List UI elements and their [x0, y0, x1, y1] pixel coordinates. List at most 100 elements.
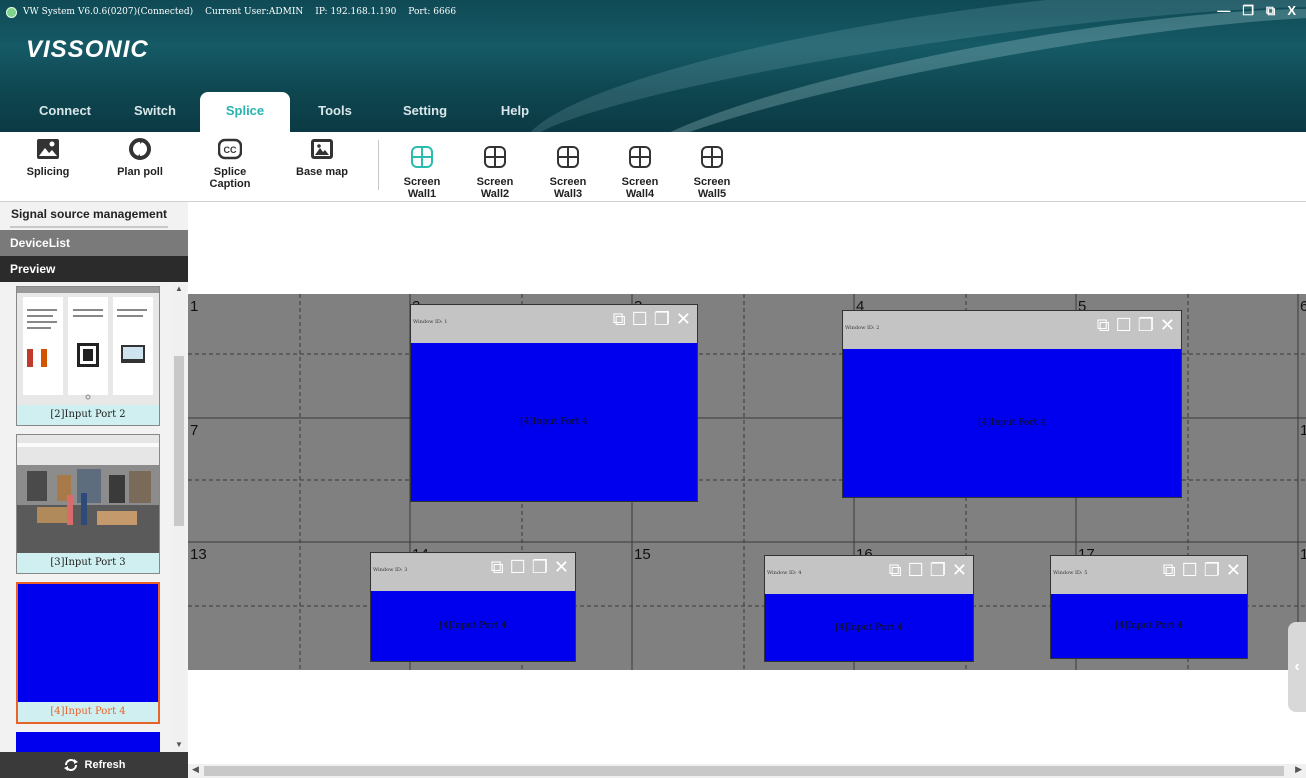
window-title-bar[interactable]: Window ID: 2 ⧉ ☐ ❐ ✕: [843, 311, 1181, 349]
wall-window[interactable]: Window ID: 3 ⧉ ☐ ❐ ✕ [4]Input Port 4: [370, 552, 576, 662]
signal-source-sidebar: Signal source management DeviceList Prev…: [0, 202, 188, 778]
cell-number: 12: [1300, 422, 1306, 439]
window-close-icon[interactable]: ✕: [554, 557, 569, 578]
tab-help[interactable]: Help: [470, 92, 560, 132]
window-title-bar[interactable]: Window ID: 1 ⧉ ☐ ❐ ✕: [411, 305, 697, 343]
chevron-left-icon: ‹: [1294, 658, 1300, 675]
window-maximize-icon[interactable]: ☐: [908, 560, 924, 581]
screen-wall-4-button[interactable]: Screen Wall4: [606, 138, 674, 200]
refresh-button[interactable]: Refresh: [0, 752, 188, 778]
preview-header[interactable]: Preview: [0, 256, 188, 282]
source-card-partial[interactable]: [16, 732, 160, 754]
window-id: Window ID: 5: [1053, 570, 1088, 576]
splice-toolbar: Splicing Plan poll CC Splice Caption Bas…: [0, 132, 1306, 202]
picture-icon: [311, 139, 333, 159]
device-list-header[interactable]: DeviceList: [0, 230, 188, 256]
screen-wall-3-label: Screen Wall3: [549, 176, 587, 200]
window-title-bar[interactable]: Window ID: 3 ⧉ ☐ ❐ ✕: [371, 553, 575, 591]
scroll-left-icon[interactable]: ◀: [192, 764, 199, 775]
window-maximize-icon[interactable]: ☐: [510, 557, 526, 578]
splicing-label: Splicing: [26, 166, 70, 178]
vissonic-logo: VISSONIC: [26, 36, 149, 63]
system-version: VW System V6.0.6(0207)(Connected): [23, 7, 194, 17]
window-source-label: [4]Input Port 4: [439, 621, 507, 631]
scrollbar-thumb[interactable]: [204, 766, 1284, 776]
window-id: Window ID: 1: [413, 319, 448, 325]
tab-splice[interactable]: Splice: [200, 92, 290, 132]
window-title-bar[interactable]: Window ID: 5 ⧉ ☐ ❐ ✕: [1051, 556, 1247, 594]
window-restore-icon[interactable]: ❐: [532, 557, 548, 578]
wall-window[interactable]: Window ID: 1 ⧉ ☐ ❐ ✕ [4]Input Port 4: [410, 304, 698, 502]
screen-wall-1-label: Screen Wall1: [403, 176, 441, 200]
scroll-right-icon[interactable]: ▶: [1295, 764, 1302, 775]
close-icon[interactable]: X: [1287, 3, 1296, 19]
window-popout-icon[interactable]: ⧉: [889, 560, 902, 581]
screen-wall-grid[interactable]: 1 2 3 4 5 6 7 12 13 14 15 16 17 18 Windo…: [188, 294, 1306, 670]
window-controls: ⧉ ☐ ❐ ✕: [491, 557, 569, 578]
screen-wall-4-label: Screen Wall4: [621, 176, 659, 200]
cell-number: 6: [1300, 298, 1306, 315]
tab-switch[interactable]: Switch: [110, 92, 200, 132]
scrollbar-thumb[interactable]: [174, 356, 184, 526]
window-restore-icon[interactable]: ❐: [1204, 560, 1220, 581]
maximize-icon[interactable]: ❐: [1242, 3, 1254, 19]
grid-icon: [411, 146, 433, 168]
wall-window[interactable]: Window ID: 2 ⧉ ☐ ❐ ✕ [4]Input Port 4: [842, 310, 1182, 498]
cc-icon: CC: [218, 138, 242, 160]
window-popout-icon[interactable]: ⧉: [1097, 315, 1110, 336]
window-close-icon[interactable]: ✕: [676, 309, 691, 330]
source-thumbnail: [17, 435, 159, 553]
window-id: Window ID: 2: [845, 325, 880, 331]
tab-setting[interactable]: Setting: [380, 92, 470, 132]
grid-icon: [629, 146, 651, 168]
port: Port: 6666: [408, 7, 457, 17]
screen-wall-5-button[interactable]: Screen Wall5: [678, 138, 746, 200]
base-map-button[interactable]: Base map: [292, 138, 352, 178]
window-restore-icon[interactable]: ❐: [1138, 315, 1154, 336]
window-close-icon[interactable]: ✕: [952, 560, 967, 581]
title-bar: VW System V6.0.6(0207)(Connected) Curren…: [0, 0, 1306, 24]
window-restore-icon[interactable]: ❐: [930, 560, 946, 581]
wall-window[interactable]: Window ID: 4 ⧉ ☐ ❐ ✕ [4]Input Port 4: [764, 555, 974, 662]
svg-text:CC: CC: [224, 145, 237, 155]
source-card-port-3[interactable]: [3]Input Port 3: [16, 434, 160, 574]
plan-poll-label: Plan poll: [117, 166, 163, 178]
cycle-icon: [129, 138, 151, 160]
plan-poll-button[interactable]: Plan poll: [112, 138, 168, 178]
splicing-button[interactable]: Splicing: [20, 138, 76, 178]
window-title-bar[interactable]: Window ID: 4 ⧉ ☐ ❐ ✕: [765, 556, 973, 594]
window-restore-icon[interactable]: ❐: [654, 309, 670, 330]
scroll-up-icon[interactable]: ▲: [172, 284, 186, 298]
canvas-horizontal-scrollbar[interactable]: ◀ ▶: [188, 764, 1306, 778]
wall-window[interactable]: Window ID: 5 ⧉ ☐ ❐ ✕ [4]Input Port 4: [1050, 555, 1248, 659]
source-card-port-2[interactable]: [2]Input Port 2: [16, 286, 160, 426]
window-close-icon[interactable]: ✕: [1160, 315, 1175, 336]
screen-wall-1-button[interactable]: Screen Wall1: [388, 138, 456, 200]
current-user: Current User:ADMIN: [205, 7, 304, 17]
collapse-panel-button[interactable]: ‹: [1288, 622, 1306, 712]
screen-wall-2-button[interactable]: Screen Wall2: [461, 138, 529, 200]
window-maximize-icon[interactable]: ☐: [632, 309, 648, 330]
window-controls: ⧉ ☐ ❐ ✕: [613, 309, 691, 330]
window-maximize-icon[interactable]: ☐: [1182, 560, 1198, 581]
window-controls: ⧉ ☐ ❐ ✕: [889, 560, 967, 581]
window-maximize-icon[interactable]: ☐: [1116, 315, 1132, 336]
cell-number: 7: [190, 422, 199, 439]
splice-caption-button[interactable]: CC Splice Caption: [204, 138, 256, 190]
tab-tools[interactable]: Tools: [290, 92, 380, 132]
window-close-icon[interactable]: ✕: [1226, 560, 1241, 581]
popout-icon[interactable]: ⧉: [1266, 3, 1275, 19]
window-popout-icon[interactable]: ⧉: [491, 557, 504, 578]
source-card-port-4[interactable]: [4]Input Port 4: [16, 582, 160, 724]
source-caption: [2]Input Port 2: [50, 409, 126, 420]
preview-scrollbar[interactable]: ▲ ▼: [172, 284, 186, 754]
minimize-icon[interactable]: —: [1217, 3, 1230, 19]
app-icon: [6, 6, 17, 18]
screen-wall-3-button[interactable]: Screen Wall3: [534, 138, 602, 200]
window-popout-icon[interactable]: ⧉: [613, 309, 626, 330]
window-popout-icon[interactable]: ⧉: [1163, 560, 1176, 581]
window-controls: ⧉ ☐ ❐ ✕: [1163, 560, 1241, 581]
splice-caption-label-1: Splice: [213, 166, 247, 178]
window-controls: — ❐ ⧉ X: [1217, 3, 1296, 19]
tab-connect[interactable]: Connect: [20, 92, 110, 132]
